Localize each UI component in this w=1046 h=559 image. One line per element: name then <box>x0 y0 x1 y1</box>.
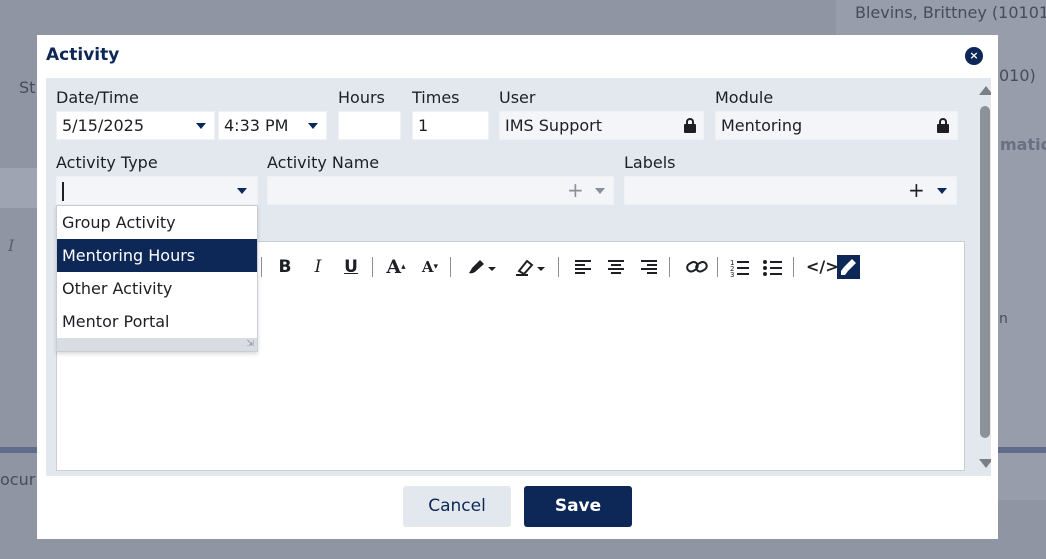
underline-button[interactable]: U <box>342 256 360 278</box>
dropdown-option-mentor-portal[interactable]: Mentor Portal <box>57 305 257 338</box>
toolbar-separator <box>717 257 718 277</box>
highlighter-icon <box>516 259 545 276</box>
close-button[interactable]: × <box>965 47 983 65</box>
chevron-down-icon <box>237 188 247 194</box>
user-label: User <box>499 88 536 107</box>
activity-type-select[interactable] <box>56 176 258 205</box>
resize-grip-icon[interactable]: ⇲ <box>246 340 254 349</box>
save-button[interactable]: Save <box>524 486 632 527</box>
background-student-name: Blevins, Brittney (10101) <box>855 3 1046 22</box>
activity-type-label: Activity Type <box>56 153 158 172</box>
labels-select[interactable]: + <box>624 176 957 205</box>
form-scrollbar[interactable] <box>979 78 991 476</box>
brush-icon <box>469 260 496 274</box>
toolbar-separator <box>372 257 373 277</box>
time-field[interactable]: 4:33 PM <box>218 111 327 140</box>
chevron-down-icon <box>196 123 206 129</box>
ordered-list-icon: 123 <box>730 259 749 279</box>
link-icon <box>686 261 708 273</box>
italic-button[interactable]: I <box>309 256 327 278</box>
scroll-down-icon[interactable] <box>979 459 991 468</box>
font-size-increase-button[interactable]: A▴ <box>384 256 408 278</box>
activity-type-dropdown: Group Activity Mentoring Hours Other Act… <box>56 205 258 352</box>
chevron-down-icon <box>308 123 318 129</box>
align-center-icon <box>608 260 624 274</box>
align-right-button[interactable] <box>639 256 659 278</box>
align-left-button[interactable] <box>573 256 593 278</box>
align-center-button[interactable] <box>606 256 626 278</box>
chevron-down-icon <box>595 188 605 194</box>
user-field: IMS Support <box>499 111 704 140</box>
highlight-color-button[interactable] <box>513 256 547 278</box>
add-activity-name-icon[interactable]: + <box>567 177 584 204</box>
toolbar-separator <box>261 257 262 277</box>
toolbar-separator <box>669 257 670 277</box>
hours-input[interactable] <box>338 111 401 140</box>
background-partial-bottom: ocur <box>0 470 36 489</box>
activity-name-label: Activity Name <box>267 153 380 172</box>
bullet-list-button[interactable] <box>762 256 784 278</box>
module-value: Mentoring <box>721 116 803 135</box>
modal-title: Activity <box>46 45 120 65</box>
font-decrease-icon: A <box>421 258 434 276</box>
lock-icon <box>937 118 949 133</box>
toolbar-separator <box>558 257 559 277</box>
dropdown-option-group-activity[interactable]: Group Activity <box>57 206 257 239</box>
labels-label: Labels <box>624 153 676 172</box>
chevron-down-icon <box>937 188 947 194</box>
background-partial-heading: matio <box>1000 135 1046 154</box>
cancel-button[interactable]: Cancel <box>403 486 511 527</box>
time-value: 4:33 PM <box>224 116 289 135</box>
font-increase-icon: A <box>386 256 402 278</box>
dropdown-resize-bar: ⇲ <box>57 338 257 351</box>
module-label: Module <box>715 88 774 107</box>
user-value: IMS Support <box>505 116 603 135</box>
bold-button[interactable]: B <box>276 256 294 278</box>
source-code-button[interactable]: </> <box>806 256 839 278</box>
background-italic-icon: I <box>8 236 15 255</box>
add-label-icon[interactable]: + <box>908 177 925 204</box>
clear-format-button[interactable] <box>837 255 860 279</box>
background-left-bar <box>0 168 37 208</box>
toolbar-separator <box>450 257 451 277</box>
close-icon: × <box>969 49 979 62</box>
date-field[interactable]: 5/15/2025 <box>56 111 215 140</box>
text-cursor <box>62 182 64 201</box>
hours-label: Hours <box>338 88 385 107</box>
text-color-button[interactable] <box>466 256 498 278</box>
date-time-label: Date/Time <box>56 88 139 107</box>
ordered-list-button[interactable]: 123 <box>729 256 751 279</box>
times-value: 1 <box>418 116 429 135</box>
font-size-decrease-button[interactable]: A▾ <box>419 256 441 278</box>
align-left-icon <box>575 260 591 274</box>
module-field: Mentoring <box>715 111 958 140</box>
times-input[interactable]: 1 <box>412 111 489 140</box>
background-partial-text-2: n <box>999 311 1008 327</box>
insert-link-button[interactable] <box>685 256 709 278</box>
scroll-thumb[interactable] <box>980 106 990 438</box>
svg-text:3: 3 <box>730 271 734 278</box>
scroll-up-icon[interactable] <box>979 86 991 95</box>
dropdown-option-other-activity[interactable]: Other Activity <box>57 272 257 305</box>
toolbar-separator <box>793 257 794 277</box>
times-label: Times <box>412 88 460 107</box>
bullet-list-icon <box>763 260 782 276</box>
date-value: 5/15/2025 <box>62 116 145 135</box>
lock-icon <box>684 118 696 133</box>
align-right-icon <box>641 260 657 274</box>
background-partial-text: 010) <box>999 66 1036 85</box>
background-partial-left: St <box>19 78 36 97</box>
dropdown-option-mentoring-hours[interactable]: Mentoring Hours <box>57 239 257 272</box>
activity-name-select[interactable]: + <box>267 176 614 205</box>
eraser-brush-icon <box>841 259 856 275</box>
